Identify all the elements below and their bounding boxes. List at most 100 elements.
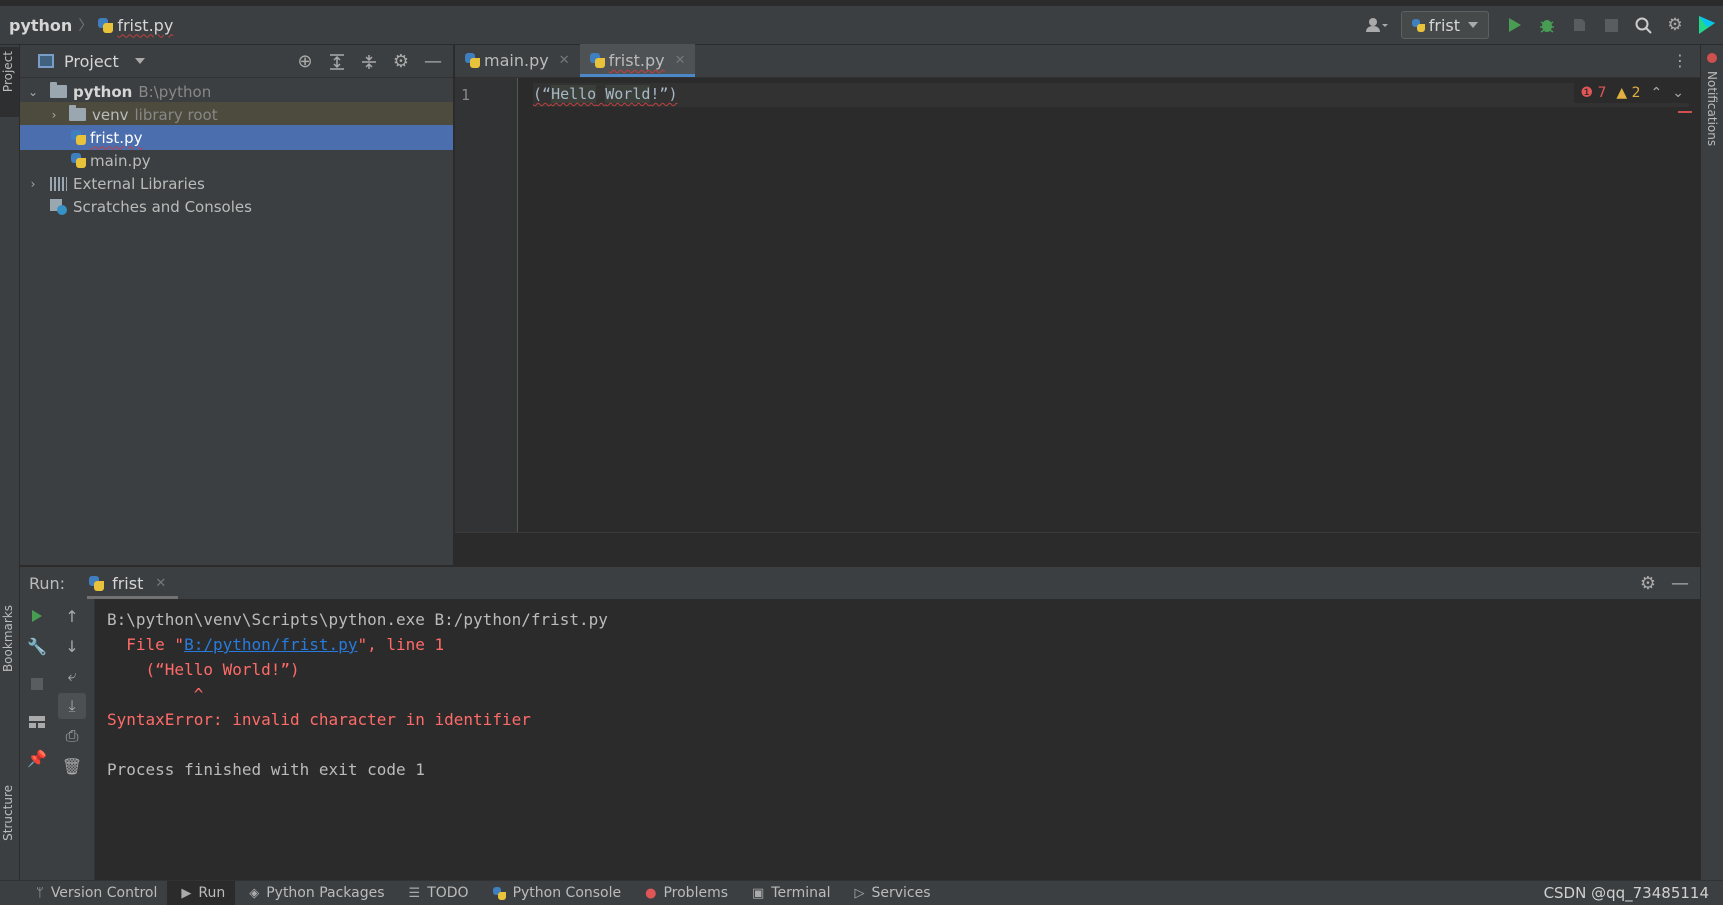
- code-line-1[interactable]: (“Hello World!”): [533, 85, 678, 103]
- hide-panel-icon[interactable]: —: [417, 47, 449, 77]
- arrow-down-icon[interactable]: ↓: [58, 633, 86, 659]
- locate-file-icon[interactable]: ⊕: [289, 47, 321, 77]
- notification-bell-icon[interactable]: [1707, 53, 1717, 63]
- console-traceback-file: File "B:/python/frist.py", line 1: [107, 632, 608, 657]
- pin-icon[interactable]: 📌: [23, 745, 51, 771]
- stop-button[interactable]: [1595, 10, 1627, 40]
- console-text: File ": [107, 635, 185, 654]
- run-configuration-select[interactable]: frist: [1400, 11, 1489, 39]
- print-icon[interactable]: ⎙: [58, 723, 86, 749]
- editor-horizontal-scroll[interactable]: [455, 532, 1700, 565]
- console-output[interactable]: B:\python\venv\Scripts\python.exe B:/pyt…: [107, 607, 608, 782]
- todo-tab[interactable]: ☰ TODO: [395, 881, 479, 905]
- services-icon: ▷: [854, 885, 865, 901]
- python-file-icon: [71, 153, 86, 168]
- run-panel-header: Run: frist ✕ ⚙ —: [20, 567, 1700, 599]
- tree-item-main-py[interactable]: main.py: [20, 148, 453, 173]
- stop-button[interactable]: [23, 671, 51, 697]
- close-tab-icon[interactable]: ✕: [155, 576, 166, 591]
- tree-item-frist-py[interactable]: frist.py: [20, 125, 453, 150]
- hide-panel-icon[interactable]: —: [1664, 568, 1696, 598]
- warning-count-badge[interactable]: ▲ 2: [1616, 85, 1640, 101]
- options-gear-icon[interactable]: ⚙: [385, 47, 417, 77]
- collapse-all-icon[interactable]: [353, 47, 385, 77]
- wrench-icon[interactable]: 🔧: [23, 633, 51, 659]
- tab-label: frist.py: [608, 51, 665, 70]
- breadcrumb-file-label: frist.py: [117, 15, 174, 35]
- settings-gear-icon[interactable]: ⚙: [1632, 568, 1664, 598]
- rerun-button[interactable]: [23, 603, 51, 629]
- tab-frist-py[interactable]: frist.py ✕: [579, 44, 696, 77]
- layers-icon: ◈: [249, 885, 260, 901]
- version-control-tab[interactable]: ᛘ Version Control: [0, 881, 167, 905]
- terminal-icon: ▣: [752, 885, 765, 901]
- run-toolbar: 🔧 📌 ↑ ↓ ⤶ ⤓ ⎙ 🗑: [20, 599, 95, 881]
- run-tab-frist[interactable]: frist ✕: [87, 567, 179, 599]
- arrow-up-icon[interactable]: ↑: [58, 603, 86, 629]
- code-token: !”): [650, 85, 678, 103]
- more-options-icon[interactable]: ⋮: [1672, 51, 1688, 70]
- python-console-tab[interactable]: Python Console: [479, 881, 632, 905]
- project-view-selector[interactable]: Project: [38, 52, 145, 71]
- trash-icon[interactable]: 🗑: [58, 753, 86, 779]
- tab-label: Python Packages: [266, 885, 385, 901]
- tree-item-python-root[interactable]: ⌄ python B:\python: [20, 79, 453, 104]
- settings-gear-icon[interactable]: ⚙: [1659, 10, 1691, 40]
- console-exit-message: Process finished with exit code 1: [107, 760, 425, 779]
- scroll-to-end-icon[interactable]: ⤓: [58, 693, 86, 719]
- soft-wrap-icon[interactable]: ⤶: [58, 663, 86, 689]
- next-highlight-icon[interactable]: ⌄: [1672, 85, 1684, 101]
- previous-highlight-icon[interactable]: ⌃: [1651, 85, 1663, 101]
- right-tool-stripe: Notifications: [1700, 45, 1723, 880]
- scratches-icon: [50, 198, 67, 215]
- tree-item-label: main.py: [90, 151, 151, 170]
- coverage-button[interactable]: [1563, 10, 1595, 40]
- layout-icon[interactable]: [23, 709, 51, 735]
- tab-label: Problems: [663, 885, 728, 901]
- services-tab[interactable]: ▷ Services: [840, 881, 940, 905]
- tree-item-external-libraries[interactable]: › External Libraries: [20, 171, 453, 196]
- navigation-bar: python 〉 frist.py frist ⚙: [0, 0, 1723, 45]
- tab-label: Run: [198, 885, 226, 901]
- breadcrumb-file[interactable]: frist.py: [98, 16, 173, 35]
- expand-all-icon[interactable]: [321, 47, 353, 77]
- user-menu-icon[interactable]: [1361, 10, 1393, 40]
- tree-item-venv[interactable]: › venv library root: [20, 102, 453, 127]
- tree-item-label: Scratches and Consoles: [73, 197, 252, 216]
- warning-count: 2: [1631, 85, 1641, 101]
- problems-tab[interactable]: ● Problems: [631, 881, 738, 905]
- tab-main-py[interactable]: main.py ✕: [455, 44, 580, 77]
- console-error-message: SyntaxError: invalid character in identi…: [107, 710, 531, 729]
- code-token: Hello: [551, 85, 597, 103]
- breadcrumb-project[interactable]: python: [9, 16, 72, 35]
- inspection-widget[interactable]: ❶ 7 ▲ 2 ⌃ ⌄: [1574, 83, 1690, 103]
- python-file-icon: [589, 53, 605, 68]
- notifications-tool-tab[interactable]: Notifications: [1705, 71, 1719, 146]
- project-panel-title: Project: [64, 51, 119, 71]
- project-tool-tab[interactable]: Project: [0, 47, 19, 117]
- search-icon[interactable]: [1627, 10, 1659, 40]
- run-button[interactable]: [1499, 10, 1531, 40]
- python-packages-tab[interactable]: ◈ Python Packages: [235, 881, 394, 905]
- jetbrains-logo-icon[interactable]: [1691, 10, 1723, 40]
- error-icon: ●: [645, 885, 657, 901]
- close-tab-icon[interactable]: ✕: [675, 53, 686, 68]
- tree-item-label: python: [73, 82, 133, 101]
- error-count-badge[interactable]: ❶ 7: [1580, 85, 1606, 101]
- tree-item-scratches[interactable]: Scratches and Consoles: [20, 194, 453, 219]
- run-tool-tab[interactable]: ▶ Run: [167, 880, 236, 905]
- debug-button[interactable]: [1531, 10, 1563, 40]
- console-command-line: B:\python\venv\Scripts\python.exe B:/pyt…: [107, 610, 608, 629]
- bookmarks-tool-tab[interactable]: Bookmarks: [1, 605, 15, 672]
- line-number: 1: [461, 86, 471, 104]
- structure-tool-tab[interactable]: Structure: [1, 785, 15, 841]
- close-tab-icon[interactable]: ✕: [559, 53, 570, 68]
- left-tool-stripe: Project Bookmarks Structure: [0, 45, 20, 880]
- error-stripe-marker[interactable]: [1678, 111, 1692, 113]
- project-tool-tab-label: Project: [1, 51, 15, 93]
- console-file-link[interactable]: B:/python/frist.py: [184, 635, 357, 654]
- terminal-tab[interactable]: ▣ Terminal: [738, 881, 840, 905]
- tab-label: Python Console: [512, 885, 622, 901]
- tab-label: Terminal: [771, 885, 831, 901]
